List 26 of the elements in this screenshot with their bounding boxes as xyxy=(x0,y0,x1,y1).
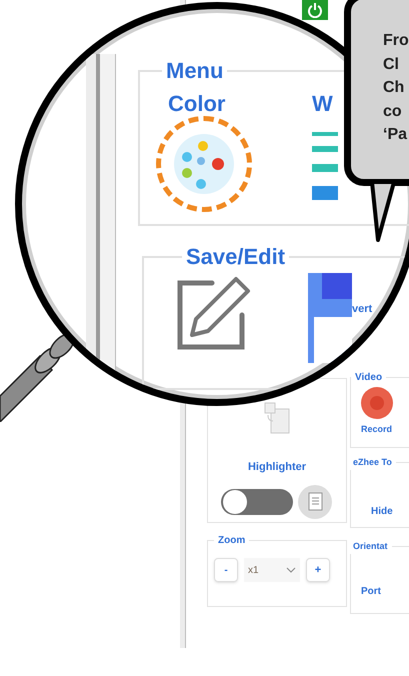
save-icon[interactable] xyxy=(308,273,352,363)
hide-button[interactable]: Hide xyxy=(371,504,393,518)
group-legend: Orientat xyxy=(349,540,392,554)
zoom-select[interactable]: x1 xyxy=(244,558,300,582)
highlighter-label: Highlighter xyxy=(248,460,306,475)
group-legend: eZhee To xyxy=(349,456,396,470)
group-legend: Zoom xyxy=(214,533,250,548)
group-legend: Video xyxy=(351,370,386,385)
toggle-switch[interactable] xyxy=(221,488,293,514)
zoom-in-button[interactable]: + xyxy=(306,558,330,582)
zoom-out-button[interactable]: - xyxy=(214,558,238,582)
power-button[interactable] xyxy=(302,0,328,20)
menu-label: W xyxy=(312,90,333,118)
palette-icon[interactable] xyxy=(173,133,235,195)
callout-text: Fro Cl Ch co ‘Pa xyxy=(383,31,409,145)
convert-label: vert xyxy=(352,302,372,317)
power-icon xyxy=(307,2,323,18)
chevron-down-icon xyxy=(286,567,296,573)
record-button[interactable]: Record xyxy=(361,423,392,436)
group-legend: Save/Edit xyxy=(182,240,290,273)
group-legend: Menu xyxy=(162,54,228,87)
menu-label: Color xyxy=(168,90,226,118)
portrait-button[interactable]: Port xyxy=(361,584,381,598)
record-icon[interactable] xyxy=(361,387,393,419)
document-icon xyxy=(262,401,292,435)
document-icon[interactable] xyxy=(297,484,333,520)
